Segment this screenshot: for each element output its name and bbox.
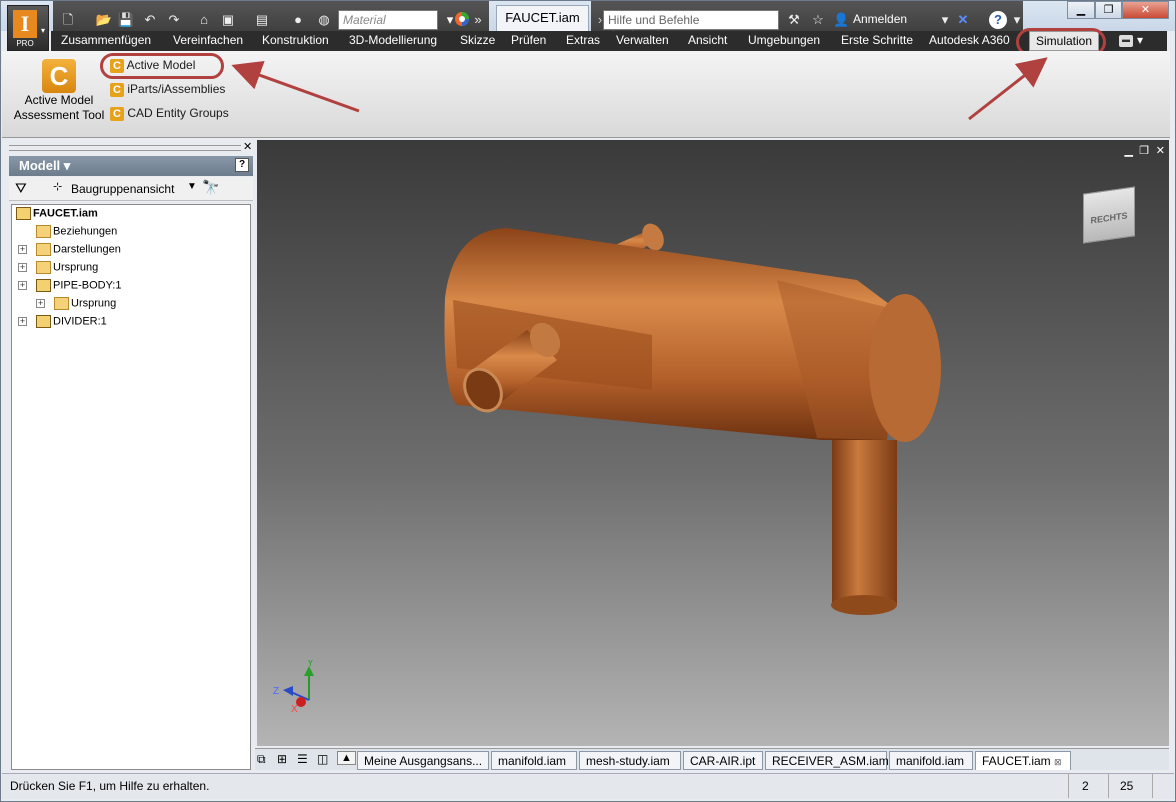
- tree-label: Darstellungen: [53, 243, 121, 256]
- browser-title-dropdown[interactable]: Modell ▾: [19, 158, 70, 173]
- help-icon[interactable]: ?: [235, 158, 249, 172]
- model-tree: FAUCET.iam Beziehungen + Darstellungen +…: [11, 204, 251, 770]
- doc-tab-faucet-active[interactable]: FAUCET.iam ⊠: [975, 751, 1071, 770]
- tree-label: Ursprung: [71, 297, 117, 310]
- arrow-to-simulation: [968, 57, 1048, 121]
- spout-end: [831, 595, 897, 615]
- tree-node-divider[interactable]: DIVIDER:1: [36, 315, 107, 331]
- tree-label: Beziehungen: [53, 225, 118, 238]
- folder-icon: [36, 225, 51, 238]
- application-menu-button[interactable]: I PRO ▾: [7, 5, 49, 51]
- tab-label: FAUCET.iam: [982, 754, 1051, 768]
- document-tabs-bar: ⧉ ⊞ ☰ ◫ ▲ Meine Ausgangsans... manifold.…: [255, 748, 1169, 770]
- tree-node-beziehungen[interactable]: Beziehungen: [36, 225, 117, 241]
- status-count-1: 2: [1082, 779, 1089, 793]
- expand-icon[interactable]: +: [18, 263, 27, 272]
- tile-icon[interactable]: ⊞: [277, 752, 287, 766]
- tabs-menu-icon[interactable]: ▲: [337, 751, 356, 765]
- graphics-viewport[interactable]: ▁ ❐ ✕ RECHTS Y Z X: [257, 140, 1169, 746]
- tree-node-pipe-body[interactable]: PIPE-BODY:1: [36, 279, 121, 295]
- tree-node-darstellungen[interactable]: Darstellungen: [36, 243, 121, 259]
- coordinate-triad: Y Z X: [273, 660, 314, 715]
- doc-tab-car-air[interactable]: CAR-AIR.ipt: [683, 751, 763, 770]
- tree-label: FAUCET.iam: [33, 207, 98, 220]
- chevron-down-icon[interactable]: ▼: [187, 181, 197, 192]
- expand-icon[interactable]: +: [36, 299, 45, 308]
- application-window: I PRO ▾ 🗋 📂 💾 ↶ ↷ ⌂ ▣ ▤ ● ◍ Material ▾ »…: [0, 0, 1176, 802]
- model-browser: ✕ Modell ▾ ? ⛛ ⊹ Baugruppenansicht ▼ 🔭 F…: [9, 140, 253, 772]
- expand-icon[interactable]: +: [18, 281, 27, 290]
- folder-icon: [54, 297, 69, 310]
- inventor-logo-icon: I: [13, 10, 37, 38]
- browser-header: Modell ▾ ?: [9, 156, 253, 176]
- horizontal-icon[interactable]: ☰: [297, 752, 308, 766]
- find-binoculars-icon[interactable]: 🔭: [202, 179, 219, 196]
- vertical-spout: [832, 440, 897, 612]
- assembly-view-icon: ⊹: [53, 181, 63, 193]
- close-icon[interactable]: ✕: [243, 140, 252, 153]
- status-count-2: 25: [1120, 779, 1134, 793]
- doc-tab-manifold-2[interactable]: manifold.iam: [889, 751, 973, 770]
- doc-tab-receiver-asm[interactable]: RECEIVER_ASM.iam: [765, 751, 889, 770]
- cascade-icon[interactable]: ⧉: [257, 752, 266, 767]
- arrow-to-active-model: [231, 61, 360, 113]
- axis-y-label: Y: [307, 660, 314, 669]
- part-icon: [36, 315, 51, 328]
- status-bar: Drücken Sie F1, um Hilfe zu erhalten. 2 …: [2, 773, 1174, 799]
- tree-label: DIVIDER:1: [53, 315, 107, 328]
- tree-node-ursprung[interactable]: Ursprung: [36, 261, 98, 277]
- pipe-end-cap: [869, 294, 941, 442]
- doc-tab-meine-ausgangsansicht[interactable]: Meine Ausgangsans...: [357, 751, 489, 770]
- status-text: Drücken Sie F1, um Hilfe zu erhalten.: [10, 779, 210, 793]
- faucet-model[interactable]: [257, 140, 1169, 746]
- tree-label: PIPE-BODY:1: [53, 279, 122, 292]
- tree-node-ursprung-child[interactable]: Ursprung: [54, 297, 116, 313]
- tree-label: Ursprung: [53, 261, 99, 274]
- axis-z-label: Z: [273, 686, 279, 697]
- close-tab-icon[interactable]: ⊠: [1054, 757, 1062, 767]
- browser-toolbar: ⛛ ⊹ Baugruppenansicht ▼ 🔭: [9, 177, 253, 201]
- assembly-icon: [16, 207, 31, 220]
- expand-icon[interactable]: +: [18, 317, 27, 326]
- part-icon: [36, 279, 51, 292]
- representations-icon: [36, 243, 51, 256]
- filter-icon[interactable]: ⛛: [15, 180, 27, 197]
- view-mode-select[interactable]: Baugruppenansicht: [71, 182, 174, 196]
- tree-node-faucet[interactable]: FAUCET.iam: [16, 207, 98, 223]
- doc-tab-mesh-study[interactable]: mesh-study.iam: [579, 751, 681, 770]
- panel-grip[interactable]: [9, 145, 241, 151]
- axis-x-label: X: [291, 704, 298, 715]
- chevron-down-icon: ▾: [40, 26, 45, 35]
- edition-badge: PRO: [16, 39, 34, 48]
- doc-tab-manifold[interactable]: manifold.iam: [491, 751, 577, 770]
- viewcube[interactable]: RECHTS: [1083, 186, 1135, 244]
- folder-icon: [36, 261, 51, 274]
- expand-icon[interactable]: +: [18, 245, 27, 254]
- vertical-icon[interactable]: ◫: [317, 752, 328, 766]
- annotation-arrows: [231, 57, 1048, 121]
- viewcube-face-label: RECHTS: [1090, 210, 1128, 226]
